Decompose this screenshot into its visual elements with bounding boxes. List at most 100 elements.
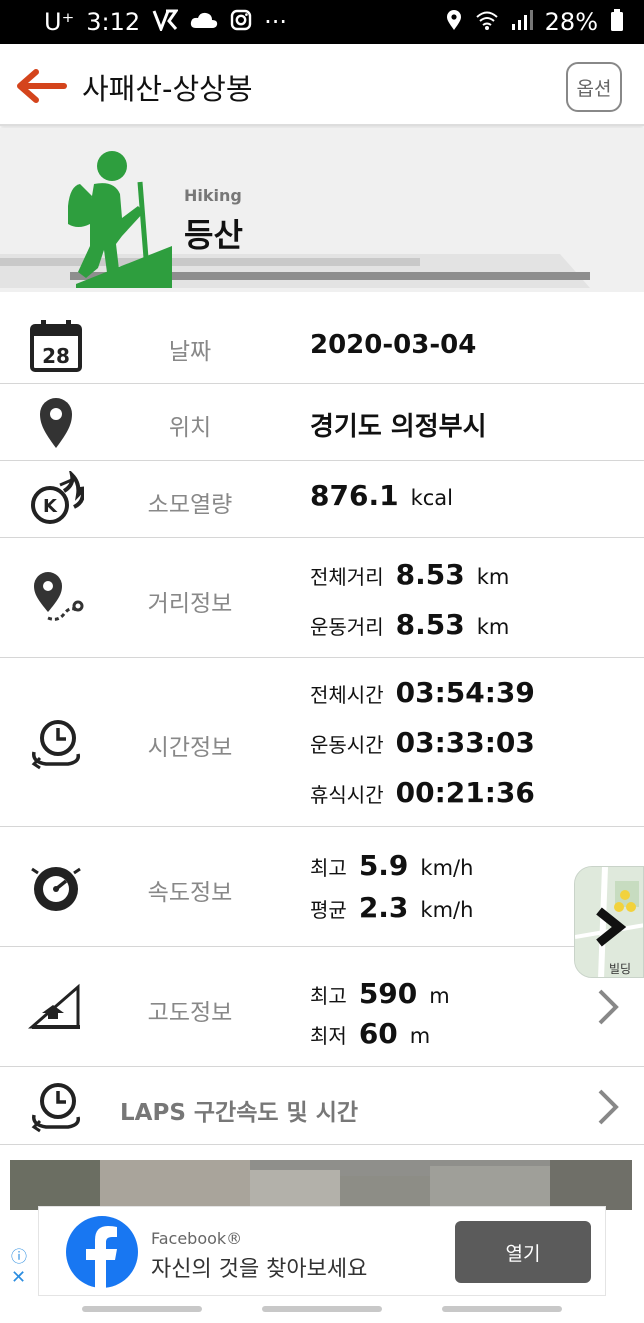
calories-label: 소모열량 <box>147 492 233 518</box>
date-label: 날짜 <box>168 339 212 365</box>
laps-label: LAPS 구간속도 및 시간 <box>120 1100 359 1126</box>
max-speed-label: 최고 <box>310 856 347 880</box>
moving-distance-unit: km <box>476 615 510 639</box>
chevron-right-icon <box>598 989 619 1025</box>
v3-app-icon <box>152 9 180 36</box>
carrier-label: U⁺ <box>44 8 75 36</box>
cloud-icon <box>190 10 218 35</box>
total-time-label: 전체시간 <box>310 683 384 707</box>
activity-name-ko: 등산 <box>184 216 243 254</box>
signal-icon <box>511 9 533 35</box>
altitude-label: 고도정보 <box>147 1000 233 1026</box>
total-distance-label: 전체거리 <box>310 565 384 589</box>
total-distance: 전체거리 8.53 km <box>310 558 509 591</box>
ad-banner[interactable]: ⓘ ✕ Facebook® 자신의 것을 찾아보세요 열기 <box>11 1206 606 1296</box>
page-title: 사패산-상상봉 <box>82 72 253 106</box>
ad-close-icon[interactable]: ✕ <box>11 1267 26 1288</box>
svg-text:빌딩: 빌딩 <box>609 962 631 976</box>
calories-unit: kcal <box>410 486 453 510</box>
max-altitude-label: 최고 <box>310 984 347 1008</box>
option-button[interactable]: 옵션 <box>566 62 622 112</box>
ad-info-icon[interactable]: ⓘ <box>11 1243 27 1267</box>
rest-time: 휴식시간 00:21:36 <box>310 776 535 809</box>
map-thumbnail[interactable]: 빌딩 <box>574 866 644 978</box>
min-altitude-value: 60 <box>358 1017 398 1050</box>
min-altitude: 최저 60 m <box>310 1017 430 1050</box>
instagram-icon <box>230 9 252 36</box>
activity-name-en: Hiking <box>184 186 242 205</box>
distance-row: 거리정보 전체거리 8.53 km 운동거리 8.53 km <box>0 538 644 658</box>
min-altitude-unit: m <box>409 1024 431 1048</box>
system-nav-bar <box>0 1296 644 1323</box>
location-status-icon <box>445 9 463 36</box>
nav-home-button[interactable] <box>262 1306 382 1312</box>
location-pin-icon <box>40 398 72 448</box>
back-button[interactable] <box>14 66 68 106</box>
svg-text:K: K <box>43 496 58 517</box>
moving-time-label: 운동시간 <box>310 733 384 757</box>
speed-row: 속도정보 최고 5.9 km/h 평균 2.3 km/h <box>0 827 644 947</box>
calorie-fire-icon: K <box>31 471 84 524</box>
time-label: 시간정보 <box>147 735 233 761</box>
speed-label: 속도정보 <box>147 880 233 906</box>
hiker-icon <box>68 151 172 288</box>
rest-time-value: 00:21:36 <box>395 776 535 809</box>
avg-speed-unit: km/h <box>420 898 474 922</box>
activity-hero: Hiking 등산 <box>0 128 644 308</box>
time-row: 시간정보 전체시간 03:54:39 운동시간 03:33:03 휴식시간 00… <box>0 658 644 827</box>
app-bar: 사패산-상상봉 옵션 <box>0 44 644 126</box>
distance-label: 거리정보 <box>147 591 233 617</box>
activity-photo[interactable] <box>10 1160 632 1210</box>
wifi-icon <box>475 9 499 36</box>
total-distance-unit: km <box>476 565 510 589</box>
calories-value: 876.1 <box>310 479 399 512</box>
max-altitude: 최고 590 m <box>310 977 450 1010</box>
avg-speed-label: 평균 <box>310 898 347 922</box>
avg-speed: 평균 2.3 km/h <box>310 891 473 924</box>
altitude-slope-icon <box>28 983 80 1029</box>
ad-brand: Facebook® <box>151 1229 243 1248</box>
nav-recent-button[interactable] <box>82 1306 202 1312</box>
avg-speed-value: 2.3 <box>358 891 409 924</box>
location-value: 경기도 의정부시 <box>310 412 487 442</box>
max-altitude-value: 590 <box>358 977 418 1010</box>
more-notifications-icon: ··· <box>264 8 288 36</box>
laps-row[interactable]: LAPS 구간속도 및 시간 <box>0 1067 644 1145</box>
ad-open-button[interactable]: 열기 <box>455 1221 591 1283</box>
moving-time-value: 03:33:03 <box>395 726 535 759</box>
altitude-row[interactable]: 고도정보 최고 590 m 최저 60 m <box>0 947 644 1067</box>
max-speed-value: 5.9 <box>358 849 409 882</box>
max-speed: 최고 5.9 km/h <box>310 849 473 882</box>
max-speed-unit: km/h <box>420 856 474 880</box>
distance-route-icon <box>34 572 84 621</box>
date-value: 2020-03-04 <box>310 330 477 360</box>
laps-clock-icon <box>31 1083 81 1133</box>
calendar-icon: 28 <box>30 320 82 372</box>
clock-cycle-icon <box>31 720 81 770</box>
status-bar: U⁺ 3:12 ··· 28% <box>0 0 644 44</box>
total-distance-value: 8.53 <box>395 558 465 591</box>
battery-percent: 28% <box>544 8 598 36</box>
photo-image <box>10 1160 632 1210</box>
date-row: 28 날짜 2020-03-04 <box>0 308 644 384</box>
calories-value-group: 876.1 kcal <box>310 479 453 512</box>
moving-distance: 운동거리 8.53 km <box>310 608 509 641</box>
back-arrow-icon <box>17 69 67 103</box>
svg-text:28: 28 <box>42 344 70 368</box>
nav-back-button[interactable] <box>442 1306 562 1312</box>
speedometer-icon <box>31 867 81 911</box>
battery-icon <box>610 8 624 36</box>
min-altitude-label: 최저 <box>310 1024 347 1048</box>
calories-row: K 소모열량 876.1 kcal <box>0 461 644 538</box>
location-label: 위치 <box>168 415 212 441</box>
location-row: 위치 경기도 의정부시 <box>0 384 644 461</box>
facebook-logo-icon <box>66 1216 138 1289</box>
total-time-value: 03:54:39 <box>395 676 535 709</box>
moving-time: 운동시간 03:33:03 <box>310 726 535 759</box>
moving-distance-value: 8.53 <box>395 608 465 641</box>
map-preview-image: 빌딩 <box>575 867 643 977</box>
record-details: 28 날짜 2020-03-04 위치 경기도 의정부시 K 소모열량 876.… <box>0 308 644 1145</box>
ad-text: 자신의 것을 찾아보세요 <box>151 1257 368 1282</box>
rest-time-label: 휴식시간 <box>310 783 384 807</box>
total-time: 전체시간 03:54:39 <box>310 676 535 709</box>
